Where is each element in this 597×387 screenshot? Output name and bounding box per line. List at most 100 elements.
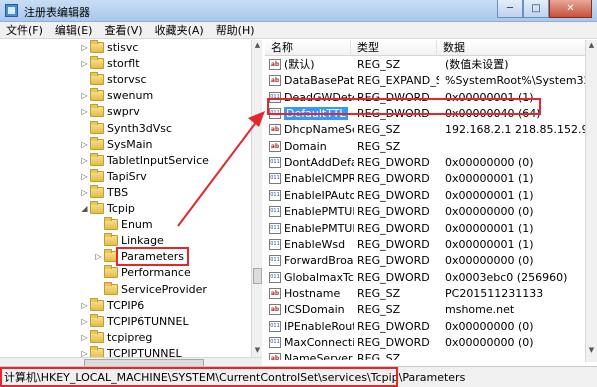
menu-edit[interactable]: 编辑(E) [55,22,93,38]
expand-arrow-icon[interactable]: ▷ [80,301,89,310]
scroll-up-icon[interactable]: ▲ [252,40,263,51]
string-value-icon: ab [269,353,281,360]
no-expander [80,75,89,84]
value-type-text: REG_EXPAND_SZ [357,74,439,88]
menu-file[interactable]: 文件(F) [6,22,43,38]
registry-value-list[interactable]: 名称 类型 数据 ab (默认) REG_SZ (数值未设置) ab DataBasePa… [265,40,597,360]
value-type-text: REG_SZ [357,286,401,300]
expand-arrow-icon[interactable]: ▷ [80,140,89,149]
tree-item-serviceprovider[interactable]: ServiceProvider [0,281,250,297]
list-scroll-up-icon[interactable]: ▲ [586,40,597,51]
value-row[interactable]: ab Hostname REG_SZ PC201511231133 [265,286,585,301]
folder-icon [90,297,104,311]
expand-arrow-icon[interactable]: ▷ [80,333,89,342]
value-data-text: (数值未设置) [445,58,509,71]
value-row[interactable]: 011DontAddDefau...REG_DWORD 0x00000000 (0… [265,155,585,170]
tree-item-tcpipreg[interactable]: ▷ tcpipreg [0,329,250,345]
scroll-down-icon[interactable]: ▼ [252,345,263,356]
tree-item-synth3dvsc[interactable]: Synth3dVsc [0,120,250,136]
minimize-button[interactable]: ─ [497,0,523,18]
tree-item-tcpip6[interactable]: ▷ TCPIP6 [0,297,250,313]
value-row[interactable]: abDhcpNameSer...REG_SZ 192.168.2.1 218.85… [265,122,585,137]
value-row[interactable]: ab (默认) REG_SZ (数值未设置) [265,57,585,72]
expand-arrow-icon[interactable]: ▷ [80,317,89,326]
value-row[interactable]: ab ICSDomain REG_SZ mshome.net [265,302,585,317]
value-data: 0x00000001 (1) [445,171,585,186]
tree-item-tabletinputservice[interactable]: ▷ TabletInputService [0,152,250,168]
title-bar: 注册表编辑器 ─ □ ✕ [0,0,597,22]
path-highlight-box [0,367,398,387]
expand-arrow-icon[interactable]: ▷ [80,107,89,116]
folder-icon [104,233,118,247]
menu-favorites[interactable]: 收藏夹(A) [155,22,204,38]
dword-value-icon: 011 [269,255,281,267]
value-row[interactable]: abDataBasePathREG_EXPAND_SZ %SystemRoot%\… [265,73,585,88]
value-name-text: ICSDomain [284,303,345,317]
tree-item-label: TCPIP6 [107,298,145,312]
tree-item-enum[interactable]: Enum [0,217,250,232]
value-row[interactable]: 011IPEnableRouterREG_DWORD 0x00000000 (0) [265,319,585,334]
list-vertical-scrollbar[interactable]: ▲ ▼ [585,40,597,362]
column-header-name[interactable]: 名称 [265,40,351,56]
value-row[interactable]: 011 EnableWsd REG_DWORD 0x00000001 (1) [265,237,585,252]
value-type-text: REG_SZ [357,139,401,153]
value-name-text: MaxConnection... [284,335,354,349]
value-row[interactable]: 011EnablePMTUB...REG_DWORD 0x00000000 (0) [265,204,585,219]
value-name: ForwardBroad... [284,253,354,268]
close-button[interactable]: ✕ [549,0,592,18]
registry-key-tree[interactable]: ▷ stisvc ▷ storflt storvsc ▷ swenum ▷ swprv Synth… [0,40,262,360]
tree-vertical-scrollbar[interactable]: ▲ ▼ [251,40,262,362]
expand-arrow-icon[interactable]: ▷ [80,188,89,197]
value-name: (默认) [284,57,354,72]
string-value-icon: ab [269,140,281,152]
tree-item-label: SysMain [107,137,153,151]
menu-view[interactable]: 查看(V) [104,22,142,38]
value-row[interactable]: 011ForwardBroad...REG_DWORD 0x00000000 (0… [265,253,585,268]
tree-item-performance[interactable]: Performance [0,265,250,280]
expand-arrow-icon[interactable]: ▷ [80,91,89,100]
expand-arrow-icon[interactable]: ▷ [80,156,89,165]
expand-arrow-icon[interactable]: ▷ [80,172,89,181]
expand-arrow-icon[interactable]: ▷ [80,43,89,52]
value-data: 192.168.2.1 218.85.152.99 [445,122,585,137]
expand-arrow-icon[interactable]: ◢ [80,204,89,213]
tree-item-label: TapiSrv [107,169,147,183]
list-scroll-down-icon[interactable]: ▼ [586,345,597,356]
tree-item-tapisrv[interactable]: ▷ TapiSrv [0,168,250,184]
expand-arrow-icon[interactable]: ▷ [80,59,89,68]
tree-item-tcpip6tunnel[interactable]: ▷ TCPIP6TUNNEL [0,313,250,329]
value-row[interactable]: ab NameServer REG_SZ [265,351,585,360]
value-name-text: Domain [284,139,327,153]
tree-item-swenum[interactable]: ▷ swenum [0,88,250,103]
tree-item-tbs[interactable]: ▷ TBS [0,184,250,200]
value-type: REG_SZ [357,57,439,72]
tree-item-stisvc[interactable]: ▷ stisvc [0,40,250,55]
value-name-text: DhcpNameSer... [284,123,354,137]
value-row[interactable]: 011EnableIPAutoC...REG_DWORD 0x00000001 (… [265,188,585,203]
expand-arrow-icon[interactable]: ▷ [94,252,103,261]
value-row[interactable]: 011EnableICMPRe...REG_DWORD 0x00000001 (1… [265,171,585,186]
value-row[interactable]: 011EnablePMTUDi...REG_DWORD 0x00000001 (1… [265,221,585,236]
value-data-text: 0x00000000 (0) [445,335,534,349]
value-type: REG_DWORD [357,237,439,252]
tree-item-storflt[interactable]: ▷ storflt [0,56,250,71]
folder-icon [104,265,118,279]
value-row[interactable]: 011MaxConnection...REG_DWORD 0x00000000 (… [265,335,585,350]
tree-scroll-thumb[interactable] [253,268,262,284]
column-header-type[interactable]: 类型 [351,40,437,56]
value-row[interactable]: 011GlobalmaxTcp ...REG_DWORD 0x0003ebc0 (… [265,270,585,285]
tree-item-swprv[interactable]: ▷ swprv [0,104,250,119]
tree-item-parameters[interactable]: ▷ Parameters [0,247,250,267]
tree-item-sysmain[interactable]: ▷ SysMain [0,136,250,152]
value-row[interactable]: ab Domain REG_SZ [265,139,585,154]
maximize-button[interactable]: □ [523,0,549,18]
value-type-text: REG_SZ [357,58,401,71]
column-header-data[interactable]: 数据 [437,40,597,56]
tree-item-linkage[interactable]: Linkage [0,233,250,248]
tree-item-label: Parameters [116,247,189,267]
value-data: PC201511231133 [445,286,585,301]
tree-item-storvsc[interactable]: storvsc [0,72,250,87]
tree-item-tcpip[interactable]: ◢ Tcpip [0,201,250,216]
value-type: REG_EXPAND_SZ [357,73,439,88]
menu-help[interactable]: 帮助(H) [216,22,255,38]
